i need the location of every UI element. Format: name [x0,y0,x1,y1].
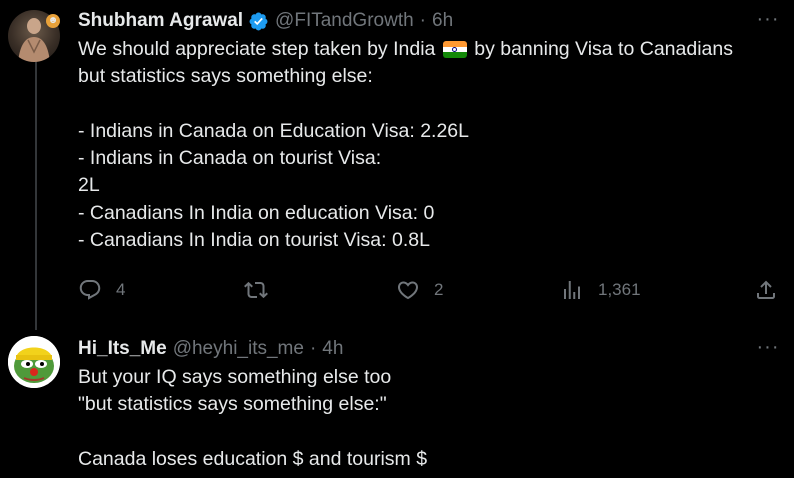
tweet-1-actions: 4 2 1,361 [78,270,786,310]
avatar-hi-its-me[interactable] [8,336,60,388]
repost-button[interactable] [244,278,282,302]
tweet-text-rest: but statistics says something else: - In… [78,65,469,252]
thread-connector-line [35,60,37,330]
pepe-avatar-icon [8,336,60,388]
reply-count: 4 [116,280,126,299]
author-name[interactable]: Shubham Agrawal [78,10,243,32]
views-icon [564,281,580,299]
separator-dot: · [419,10,426,31]
india-flag-icon [442,41,467,58]
author-handle[interactable]: @FITandGrowth [275,10,414,32]
tweet-text: We should appreciate step taken by India… [78,36,780,254]
more-icon[interactable]: ··· [756,8,780,31]
reply-icon [79,280,101,300]
share-button[interactable] [754,278,778,302]
tweet-text-line1-start: We should appreciate step taken by India [78,38,436,60]
views-button[interactable]: 1,361 [560,278,641,302]
author-name[interactable]: Hi_Its_Me [78,338,167,360]
like-count: 2 [434,280,444,299]
tweet-header: Hi_Its_Me @heyhi_its_me · 4h [78,336,780,362]
tweet-header: Shubham Agrawal @FITandGrowth · 6h [78,8,780,34]
tweet-1[interactable]: Shubham Agrawal @FITandGrowth · 6h ··· W… [78,8,780,254]
author-handle[interactable]: @heyhi_its_me [173,338,304,360]
like-button[interactable]: 2 [396,278,443,302]
share-icon [757,280,775,299]
views-count: 1,361 [598,280,641,299]
verified-badge-icon[interactable] [248,11,269,32]
tweet-timestamp[interactable]: 4h [322,338,343,360]
like-icon [397,281,419,300]
repost-icon [244,281,268,299]
avatar-emoji-badge-icon: ☻ [46,14,60,28]
separator-dot: · [309,338,317,359]
tweet-timestamp[interactable]: 6h [432,10,453,32]
tweet-2[interactable]: Hi_Its_Me @heyhi_its_me · 4h ··· But you… [78,336,780,473]
more-icon[interactable]: ··· [756,336,780,359]
reply-button[interactable]: 4 [78,278,125,302]
tweet-text: But your IQ says something else too "but… [78,366,428,470]
tweet-text-line1-end: by banning Visa to Canadians [474,38,733,60]
